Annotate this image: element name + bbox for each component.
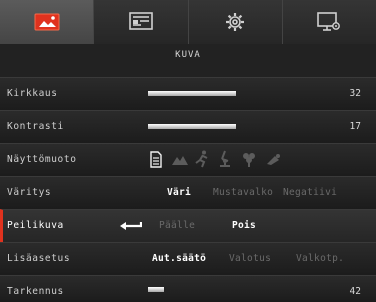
color-mode-label: Väritys bbox=[7, 187, 52, 198]
row-advanced[interactable]: Lisäasetus Aut.säätö Valotus Valkotp. bbox=[0, 242, 376, 275]
contrast-value: 17 bbox=[349, 121, 361, 132]
color-option-color[interactable]: Väri bbox=[167, 187, 191, 198]
row-brightness[interactable]: Kirkkaus 32 bbox=[0, 77, 376, 110]
picture-icon bbox=[34, 13, 60, 31]
brightness-value: 32 bbox=[349, 88, 361, 99]
brightness-label: Kirkkaus bbox=[7, 88, 58, 99]
display-mode-label: Näyttömuoto bbox=[7, 154, 77, 165]
advanced-option-auto[interactable]: Aut.säätö bbox=[152, 253, 206, 264]
color-option-negative[interactable]: Negatiivi bbox=[283, 187, 337, 198]
microscope-icon[interactable] bbox=[265, 154, 281, 166]
contrast-slider[interactable] bbox=[148, 124, 236, 129]
focus-label: Tarkennus bbox=[7, 286, 64, 297]
contrast-slider-fill bbox=[148, 124, 236, 129]
mirror-option-off[interactable]: Pois bbox=[232, 220, 256, 231]
focus-slider[interactable] bbox=[148, 287, 236, 292]
row-contrast[interactable]: Kontrasti 17 bbox=[0, 110, 376, 143]
mirror-label: Peilikuva bbox=[7, 220, 64, 231]
row-mirror[interactable]: Peilikuva Päälle Pois bbox=[0, 209, 376, 242]
tab-system[interactable] bbox=[281, 0, 376, 44]
nature-icon[interactable] bbox=[242, 151, 256, 167]
mirror-option-on[interactable]: Päälle bbox=[159, 220, 195, 231]
gear-icon bbox=[226, 13, 245, 31]
mountain-icon[interactable] bbox=[172, 154, 188, 166]
tab-picture[interactable] bbox=[0, 0, 94, 44]
brightness-slider[interactable] bbox=[148, 91, 236, 96]
advanced-label: Lisäasetus bbox=[7, 253, 71, 264]
color-option-black-white[interactable]: Mustavalko bbox=[213, 187, 273, 198]
sport-icon[interactable] bbox=[195, 150, 209, 168]
advanced-option-white-balance[interactable]: Valkotp. bbox=[296, 253, 344, 264]
brightness-slider-fill bbox=[148, 91, 236, 96]
display-settings-icon bbox=[129, 12, 153, 30]
row-display-mode[interactable]: Näyttömuoto bbox=[0, 143, 376, 176]
tab-bar bbox=[0, 0, 376, 44]
document-icon[interactable] bbox=[150, 151, 162, 168]
contrast-label: Kontrasti bbox=[7, 121, 64, 132]
tab-display[interactable] bbox=[93, 0, 188, 44]
focus-slider-fill bbox=[148, 287, 164, 292]
science-icon[interactable] bbox=[218, 150, 232, 168]
focus-value: 42 bbox=[349, 286, 361, 297]
monitor-settings-icon bbox=[317, 12, 341, 31]
menu-heading: KUVA bbox=[175, 50, 201, 60]
return-arrow-icon bbox=[120, 222, 142, 230]
tab-settings[interactable] bbox=[187, 0, 282, 44]
osd-menu: KUVA Kirkkaus 32 Kontrasti 17 Näyttömuot… bbox=[0, 0, 376, 302]
row-focus[interactable]: Tarkennus 42 bbox=[0, 275, 376, 302]
row-color-mode[interactable]: Väritys Väri Mustavalko Negatiivi bbox=[0, 176, 376, 209]
advanced-option-exposure[interactable]: Valotus bbox=[229, 253, 271, 264]
